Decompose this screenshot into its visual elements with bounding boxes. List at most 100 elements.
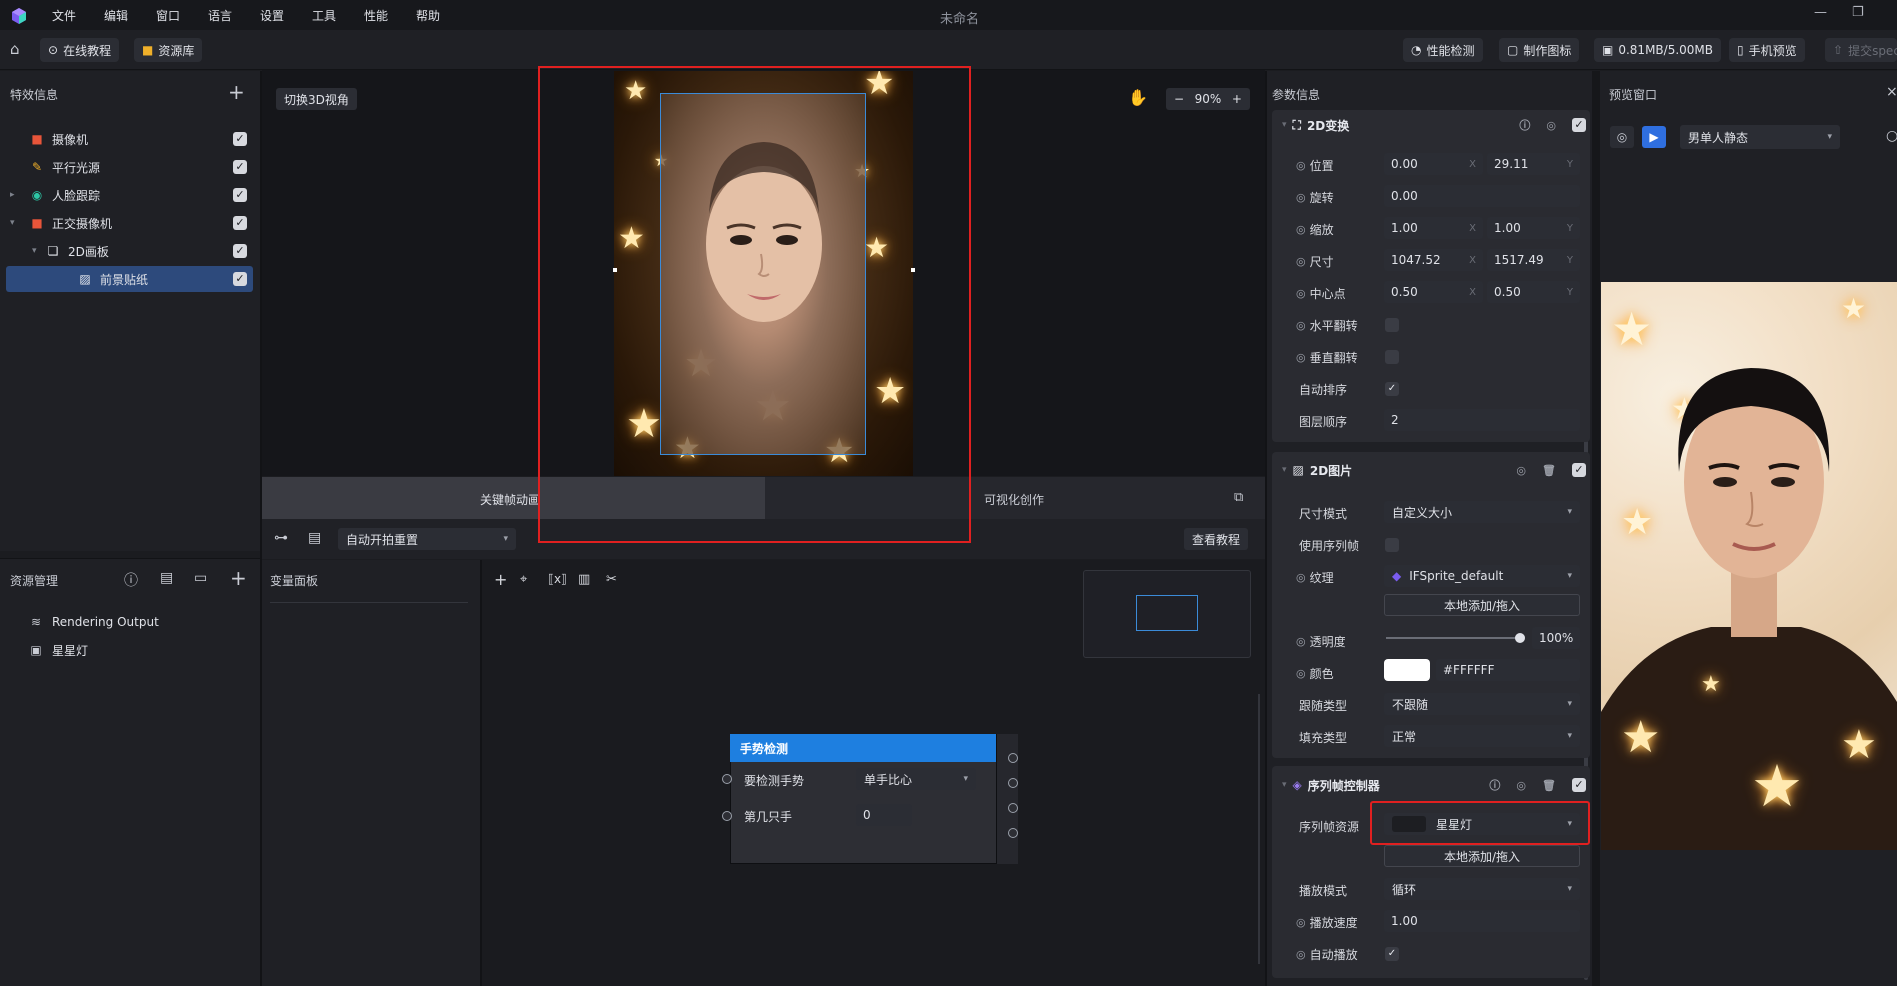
video-mode-icon[interactable]: ▶ bbox=[1642, 126, 1666, 148]
scale-y-input[interactable]: 1.00 Y bbox=[1487, 217, 1580, 239]
menu-edit[interactable]: 编辑 bbox=[104, 7, 128, 24]
follow-type-select[interactable]: 不跟随 ▾ bbox=[1384, 693, 1580, 715]
make-icon-button[interactable]: ▢ 制作图标 bbox=[1499, 38, 1580, 62]
refresh-icon[interactable]: ○ bbox=[1886, 128, 1897, 144]
position-x-input[interactable]: 0.00 X bbox=[1384, 153, 1483, 175]
pivot-x-input[interactable]: 0.50 X bbox=[1384, 281, 1483, 303]
use-seq-checkbox[interactable] bbox=[1385, 538, 1399, 552]
opacity-slider-handle[interactable] bbox=[1515, 633, 1525, 643]
node-editor-scrollbar[interactable] bbox=[1258, 694, 1260, 964]
visibility-checkbox[interactable]: ✓ bbox=[233, 188, 247, 202]
visibility-checkbox[interactable]: ✓ bbox=[233, 244, 247, 258]
tree-item-light[interactable]: ✎ 平行光源 ✓ bbox=[6, 154, 253, 180]
flip-h-checkbox[interactable] bbox=[1385, 318, 1399, 332]
keyframe-icon[interactable]: ◎ bbox=[1296, 571, 1306, 584]
tree-item-camera[interactable]: ■ 摄像机 ✓ bbox=[6, 126, 253, 152]
layer-order-input[interactable]: 2 bbox=[1384, 409, 1580, 431]
section-enabled-checkbox[interactable]: ✓ bbox=[1572, 778, 1586, 792]
camera-mode-icon[interactable]: ◎ bbox=[1610, 126, 1634, 148]
collapse-arrow-icon[interactable]: ▾ bbox=[6, 246, 42, 256]
visibility-checkbox[interactable]: ✓ bbox=[233, 132, 247, 146]
keyframe-icon[interactable]: ◎ bbox=[1296, 667, 1306, 680]
layout-icon[interactable]: ▤ bbox=[308, 530, 321, 546]
maximize-icon[interactable]: ❐ bbox=[1852, 5, 1864, 20]
rotation-input[interactable]: 0.00 bbox=[1384, 185, 1580, 207]
asset-library-button[interactable]: ■ 资源库 bbox=[134, 38, 203, 62]
close-icon[interactable]: × bbox=[1886, 84, 1897, 100]
submit-button[interactable]: ⇧ 提交special bbox=[1825, 38, 1897, 62]
output-port[interactable] bbox=[1008, 803, 1018, 813]
node-graph-icon[interactable]: ⊶ bbox=[274, 530, 288, 546]
texture-select[interactable]: ◆ IFSprite_default ▾ bbox=[1384, 565, 1580, 587]
output-port[interactable] bbox=[1008, 753, 1018, 763]
help-icon[interactable]: ⓘ bbox=[124, 570, 138, 590]
locate-icon[interactable]: ⌖ bbox=[520, 572, 527, 587]
variable-icon[interactable]: ⟦x⟧ bbox=[548, 572, 567, 586]
opacity-input[interactable]: 100% bbox=[1532, 627, 1580, 649]
keyframe-icon[interactable]: ◎ bbox=[1296, 287, 1306, 300]
tree-item-2d-board[interactable]: ▾ ❏ 2D画板 ✓ bbox=[6, 238, 253, 264]
output-port[interactable] bbox=[1008, 778, 1018, 788]
play-speed-input[interactable]: 1.00 bbox=[1384, 910, 1580, 932]
menu-settings[interactable]: 设置 bbox=[260, 7, 284, 24]
menu-window[interactable]: 窗口 bbox=[156, 7, 180, 24]
hand-tool-icon[interactable]: ✋ bbox=[1128, 88, 1148, 107]
visibility-checkbox[interactable]: ✓ bbox=[233, 216, 247, 230]
resource-item-star-light[interactable]: ▣ 星星灯 bbox=[26, 637, 246, 663]
keyframe-icon[interactable]: ◎ bbox=[1546, 119, 1556, 132]
opacity-slider[interactable] bbox=[1386, 637, 1520, 639]
menu-tools[interactable]: 工具 bbox=[312, 7, 336, 24]
add-resource-icon[interactable]: + bbox=[230, 566, 247, 590]
output-port[interactable] bbox=[1008, 828, 1018, 838]
collapse-arrow-icon[interactable]: ▾ bbox=[1282, 780, 1287, 790]
help-icon[interactable]: ⓘ bbox=[1519, 117, 1530, 133]
menu-help[interactable]: 帮助 bbox=[416, 7, 440, 24]
transform-section-header[interactable]: ▾ ⛶ 2D变换 ⓘ ◎ ✓ bbox=[1282, 110, 1586, 140]
input-port[interactable] bbox=[722, 774, 732, 784]
sequence-section-header[interactable]: ▾ ◈ 序列帧控制器 ⓘ ◎ 🗑 ✓ bbox=[1282, 770, 1586, 800]
collapse-arrow-icon[interactable]: ▾ bbox=[1282, 465, 1287, 475]
image-section-header[interactable]: ▾ ▨ 2D图片 ◎ 🗑 ✓ bbox=[1282, 455, 1586, 485]
add-node-icon[interactable]: + bbox=[494, 570, 507, 589]
keyframe-icon[interactable]: ◎ bbox=[1516, 779, 1526, 792]
minimap-viewport[interactable] bbox=[1136, 595, 1198, 631]
keyframe-icon[interactable]: ◎ bbox=[1296, 916, 1306, 929]
phone-preview-button[interactable]: ▯ 手机预览 bbox=[1729, 38, 1805, 62]
auto-sort-checkbox[interactable]: ✓ bbox=[1385, 382, 1399, 396]
fill-type-select[interactable]: 正常 ▾ bbox=[1384, 725, 1580, 747]
keyframe-icon[interactable]: ◎ bbox=[1516, 464, 1526, 477]
delete-icon[interactable]: 🗑 bbox=[1542, 464, 1556, 477]
popout-icon[interactable]: ⧉ bbox=[1234, 490, 1243, 505]
visibility-checkbox[interactable]: ✓ bbox=[233, 160, 247, 174]
flip-v-checkbox[interactable] bbox=[1385, 350, 1399, 364]
keyframe-icon[interactable]: ◎ bbox=[1296, 223, 1306, 236]
size-y-input[interactable]: 1517.49 Y bbox=[1487, 249, 1580, 271]
color-swatch[interactable] bbox=[1384, 659, 1430, 681]
menu-file[interactable]: 文件 bbox=[52, 7, 76, 24]
menu-language[interactable]: 语言 bbox=[208, 7, 232, 24]
resource-item-rendering-output[interactable]: ≋ Rendering Output bbox=[26, 609, 246, 635]
perf-check-button[interactable]: ◔ 性能检测 bbox=[1403, 38, 1483, 62]
map-icon[interactable]: ▥ bbox=[578, 572, 590, 587]
size-x-input[interactable]: 1047.52 X bbox=[1384, 249, 1483, 271]
position-y-input[interactable]: 29.11 Y bbox=[1487, 153, 1580, 175]
toggle-3d-button[interactable]: 切换3D视角 bbox=[276, 88, 357, 110]
keyframe-icon[interactable]: ◎ bbox=[1296, 351, 1306, 364]
keyframe-icon[interactable]: ◎ bbox=[1296, 635, 1306, 648]
keyframe-icon[interactable]: ◎ bbox=[1296, 159, 1306, 172]
new-file-icon[interactable]: ▤ bbox=[160, 570, 173, 586]
preview-subject-select[interactable]: 男单人静态 ▾ bbox=[1680, 125, 1840, 149]
keyframe-icon[interactable]: ◎ bbox=[1296, 319, 1306, 332]
view-tutorial-button[interactable]: 查看教程 bbox=[1184, 528, 1249, 550]
pivot-y-input[interactable]: 0.50 Y bbox=[1487, 281, 1580, 303]
node-minimap[interactable] bbox=[1083, 570, 1251, 658]
zoom-in-icon[interactable]: + bbox=[1232, 92, 1242, 106]
home-icon[interactable]: ⌂ bbox=[10, 40, 20, 58]
new-folder-icon[interactable]: ▭ bbox=[194, 570, 207, 586]
tree-item-ortho-camera[interactable]: ▾ ■ 正交摄像机 ✓ bbox=[6, 210, 253, 236]
tree-item-foreground-sticker[interactable]: ▨ 前景贴纸 ✓ bbox=[6, 266, 253, 292]
autoplay-checkbox[interactable]: ✓ bbox=[1385, 947, 1399, 961]
section-enabled-checkbox[interactable]: ✓ bbox=[1572, 463, 1586, 477]
add-effect-icon[interactable]: + bbox=[228, 80, 245, 104]
keyframe-icon[interactable]: ◎ bbox=[1296, 255, 1306, 268]
